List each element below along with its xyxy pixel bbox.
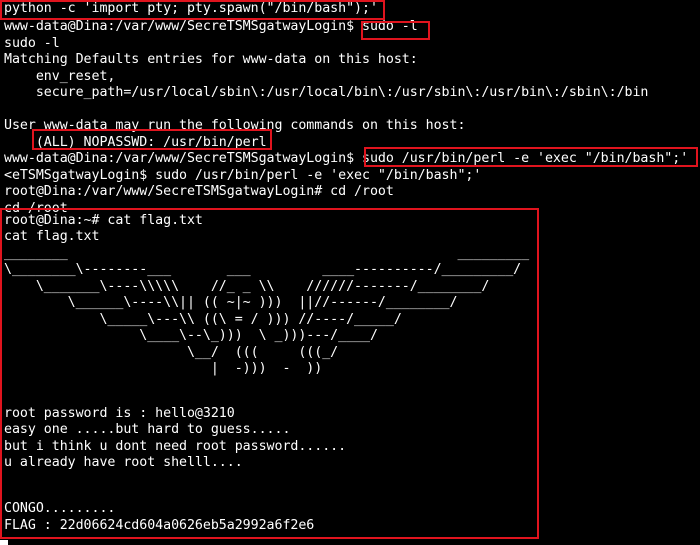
ascii-art-line: \_____\---\\ ((\ = / ))) //----/_____/ [4,311,402,327]
terminal-line: u already have root shelll.... [4,455,243,470]
terminal-cursor [0,540,8,545]
terminal-line: (ALL) NOPASSWD: /usr/bin/perl [4,134,267,150]
ascii-art-line: \__/ ((( (((_/ [4,344,339,360]
ascii-art-line: \______\----\\|| (( ~|~ ))) ||//------/_… [4,295,458,310]
terminal-line: sudo -l [4,35,60,51]
terminal-line: <eTSMSgatwayLogin$ sudo /usr/bin/perl -e… [4,167,482,183]
terminal-line: User www-data may run the following comm… [4,118,466,133]
ascii-art-line: \____\--\_))) \ _)))---/____/ [4,328,378,343]
terminal-line: Matching Defaults entries for www-data o… [4,52,418,67]
ascii-art-line: ________ _________ [4,245,530,261]
terminal-line: www-data@Dina:/var/www/SecreTSMSgatwayLo… [4,19,418,34]
ascii-art-line: | -))) - )) [4,361,323,376]
terminal-line: python -c 'import pty; pty.spawn("/bin/b… [4,0,378,16]
terminal-line: www-data@Dina:/var/www/SecreTSMSgatwayLo… [4,151,689,166]
terminal-line: CONGO......... [4,501,116,516]
flag-line: FLAG : 22d06624cd604a0626eb5a2992a6f2e6 [4,517,315,533]
terminal-line: root@Dina:/var/www/SecreTSMSgatwayLogin#… [4,184,394,199]
terminal-line: but i think u dont need root password...… [4,438,347,454]
terminal-line: root password is : hello@3210 [4,405,235,421]
ascii-art-line: \________\--------___ ___ ____----------… [4,262,522,277]
terminal-line: cat flag.txt [4,229,100,244]
terminal-line: root@Dina:~# cat flag.txt [4,212,203,228]
terminal-line: secure_path=/usr/local/sbin\:/usr/local/… [4,85,649,100]
terminal-line: easy one .....but hard to guess..... [4,422,291,437]
terminal-line: env_reset, [4,68,116,84]
terminal-window[interactable]: python -c 'import pty; pty.spawn("/bin/b… [0,0,700,545]
ascii-art-line: \_______\----\\\\\ //_ _ \\ //////------… [4,278,490,294]
